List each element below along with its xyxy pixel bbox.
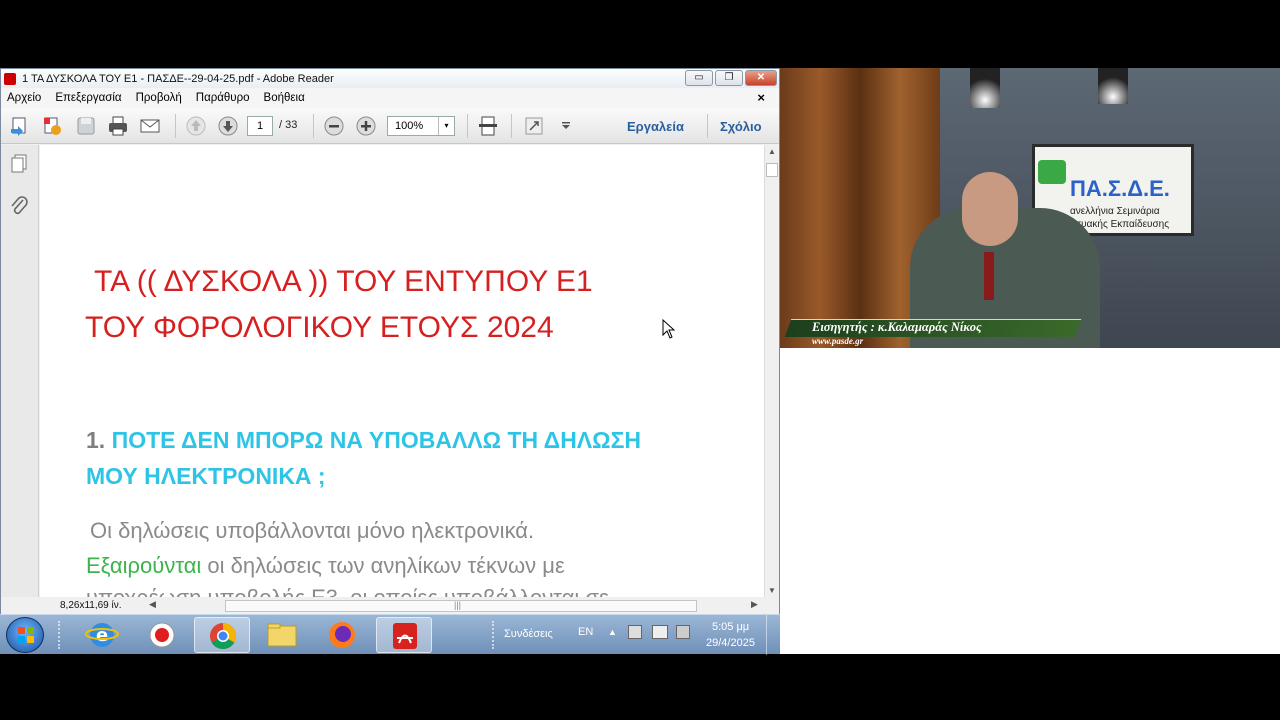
internet-explorer-icon[interactable]: e: [74, 617, 130, 653]
webcam-video: ΠΑ.Σ.Δ.Ε. ανελλήνια Σεμινάρια ικτυακής Ε…: [780, 68, 1280, 348]
menu-window[interactable]: Παράθυρο: [196, 92, 250, 104]
firefox-icon[interactable]: [314, 617, 370, 653]
links-toolbar[interactable]: Συνδέσεις: [504, 628, 553, 640]
chrome-icon[interactable]: [194, 617, 250, 653]
zoom-value: 100%: [395, 120, 424, 132]
presenter-caption: Εισηγητής : κ.Καλαμαράς Νίκος: [812, 320, 982, 334]
create-icon[interactable]: [9, 115, 31, 137]
question-heading-line1: 1. ΠΟΤΕ ΔΕΝ ΜΠΟΡΩ ΝΑ ΥΠΟΒΑΛΛΩ ΤΗ ΔΗΛΩΣΗ: [86, 427, 641, 454]
restore-button[interactable]: ❐: [715, 70, 743, 86]
adobe-reader-window: 1 ΤΑ ΔΥΣΚΟΛΑ ΤΟΥ Ε1 - ΠΑΣΔΕ--29-04-25.pd…: [0, 68, 780, 614]
close-button[interactable]: ✕: [745, 70, 777, 86]
show-desktop-button[interactable]: [766, 615, 778, 655]
title-bar[interactable]: 1 ΤΑ ΔΥΣΚΟΛΑ ΤΟΥ Ε1 - ΠΑΣΔΕ--29-04-25.pd…: [1, 69, 779, 88]
tools-button[interactable]: Εργαλεία: [627, 119, 684, 134]
navigation-panel: [1, 145, 39, 597]
question-text-line1: ΠΟΤΕ ΔΕΝ ΜΠΟΡΩ ΝΑ ΥΠΟΒΑΛΛΩ ΤΗ ΔΗΛΩΣΗ: [111, 427, 642, 453]
menu-file[interactable]: Αρχείο: [7, 92, 41, 104]
logo-subtitle-line1: ανελλήνια Σεμινάρια: [1070, 206, 1160, 217]
zoom-out-icon[interactable]: [323, 115, 345, 137]
document-page: ΤΑ (( ΔΥΣΚΟΛΑ )) ΤΟΥ ΕΝΤΥΠΟΥ Ε1 ΤΟΥ ΦΟΡΟ…: [40, 145, 764, 597]
more-tools-icon[interactable]: [555, 115, 570, 137]
save-icon[interactable]: [75, 115, 97, 137]
scroll-up-icon[interactable]: ▲: [768, 147, 776, 156]
vertical-scrollbar[interactable]: ▲ ▼: [764, 145, 779, 597]
volume-muted-icon[interactable]: [676, 625, 690, 639]
body-line1: Οι δηλώσεις υποβάλλονται μόνο ηλεκτρονικ…: [90, 518, 535, 543]
presenter-tie: [984, 252, 994, 300]
page-number-input[interactable]: 1: [247, 116, 273, 136]
system-tray: Συνδέσεις EN ▲ 5:05 μμ 29/4/2025: [490, 615, 780, 655]
blank-area: [780, 348, 1280, 654]
print-icon[interactable]: [107, 115, 129, 137]
zoom-select[interactable]: 100% ▾: [387, 116, 455, 136]
action-center-icon[interactable]: [628, 625, 642, 639]
taskbar: e Συνδέσεις EN ▲ 5:05 μμ 29/4/2025: [0, 614, 780, 655]
question-text-line2: ΜΟΥ ΗΛΕΚΤΡΟΝΙΚΑ ;: [86, 463, 326, 489]
close-document-button[interactable]: ×: [757, 90, 765, 105]
document-title-line1: ΤΑ (( ΔΥΣΚΟΛΑ )) ΤΟΥ ΕΝΤΥΠΟΥ Ε1: [94, 265, 593, 298]
toolbar: 1 / 33 100% ▾ Εργαλεία Σχόλιο: [1, 108, 779, 144]
website-caption: www.pasde.gr: [812, 336, 864, 346]
taskbar-grip: [58, 621, 64, 649]
body-line2-rest: οι δηλώσεις των ανηλίκων τέκνων με: [201, 553, 565, 578]
logo-chat-icon: [1038, 160, 1066, 184]
presenter-head: [962, 172, 1018, 246]
comment-button[interactable]: Σχόλιο: [720, 119, 762, 134]
question-number: 1.: [86, 427, 106, 453]
pages-icon[interactable]: [9, 153, 29, 173]
menu-edit[interactable]: Επεξεργασία: [55, 92, 121, 104]
attachments-icon[interactable]: [9, 195, 29, 217]
email-icon[interactable]: [139, 115, 161, 137]
mouse-cursor-icon: [662, 318, 676, 339]
page-total: / 33: [279, 119, 298, 131]
scroll-left-icon[interactable]: ◀: [149, 599, 156, 610]
horizontal-scrollbar[interactable]: |||: [225, 600, 697, 612]
start-button[interactable]: [6, 617, 44, 653]
record-icon[interactable]: [134, 617, 190, 653]
language-indicator[interactable]: EN: [578, 626, 593, 638]
scroll-right-icon[interactable]: ▶: [751, 599, 758, 610]
status-bar: 8,26x11,69 ίν. ◀ ||| ▶: [1, 597, 779, 614]
next-page-icon[interactable]: [217, 115, 239, 137]
menu-help[interactable]: Βοήθεια: [264, 92, 305, 104]
body-line3: υποχρέωση υποβολής Ε3, οι οποίες υποβάλλ…: [86, 585, 609, 597]
zoom-in-icon[interactable]: [355, 115, 377, 137]
fit-page-icon[interactable]: [477, 115, 499, 137]
body-highlight: Εξαιρούνται: [86, 553, 202, 578]
share-icon[interactable]: [41, 115, 63, 137]
minimize-button[interactable]: ▭: [685, 70, 713, 86]
window-controls: ▭ ❐ ✕: [685, 70, 777, 86]
page-size-label: 8,26x11,69 ίν.: [60, 600, 122, 611]
scroll-thumb[interactable]: [766, 163, 778, 177]
file-explorer-icon[interactable]: [254, 617, 310, 653]
body-line2: Εξαιρούνται οι δηλώσεις των ανηλίκων τέκ…: [86, 553, 565, 579]
menu-view[interactable]: Προβολή: [136, 92, 182, 104]
pdf-app-icon: [4, 72, 16, 85]
fullscreen-icon[interactable]: [523, 115, 545, 137]
screen: 1 ΤΑ ΔΥΣΚΟΛΑ ΤΟΥ Ε1 - ΠΑΣΔΕ--29-04-25.pd…: [0, 0, 1280, 720]
adobe-reader-taskbar-icon[interactable]: [376, 617, 432, 653]
clock-time[interactable]: 5:05 μμ: [712, 621, 749, 633]
ceiling-lamp-icon: [1098, 68, 1128, 104]
tray-grip: [492, 621, 498, 649]
logo-title: ΠΑ.Σ.Δ.Ε.: [1070, 176, 1170, 201]
show-hidden-icons-icon[interactable]: ▲: [608, 627, 617, 637]
chevron-down-icon[interactable]: ▾: [438, 117, 454, 135]
clock-date[interactable]: 29/4/2025: [706, 637, 755, 649]
document-title-line2: ΤΟΥ ΦΟΡΟΛΟΓΙΚΟΥ ΕΤΟΥΣ 2024: [85, 311, 554, 344]
ceiling-lamp-icon: [970, 68, 1000, 108]
scroll-grip-icon: |||: [454, 600, 462, 610]
scroll-down-icon[interactable]: ▼: [768, 586, 776, 595]
window-title: 1 ΤΑ ΔΥΣΚΟΛΑ ΤΟΥ Ε1 - ΠΑΣΔΕ--29-04-25.pd…: [22, 72, 334, 85]
menu-bar: Αρχείο Επεξεργασία Προβολή Παράθυρο Βοήθ…: [1, 88, 779, 108]
network-icon[interactable]: [652, 625, 668, 639]
previous-page-icon[interactable]: [185, 115, 207, 137]
